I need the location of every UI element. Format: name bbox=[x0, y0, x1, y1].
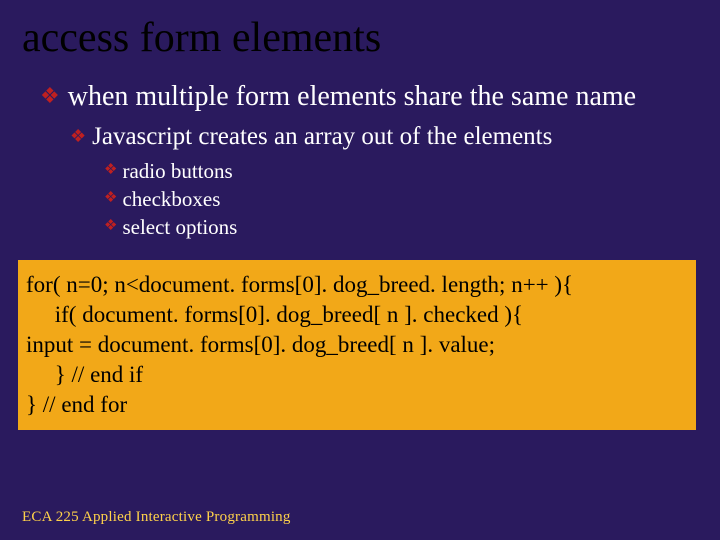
code-line: for( n=0; n<document. forms[0]. dog_bree… bbox=[26, 270, 690, 300]
bullet-level3-text: select options bbox=[122, 214, 237, 240]
slide: access form elements ❖ when multiple for… bbox=[0, 0, 720, 540]
diamond-bullet-icon: ❖ bbox=[40, 80, 60, 112]
bullet-level3: ❖ checkboxes bbox=[104, 186, 702, 212]
bullet-level1-text: when multiple form elements share the sa… bbox=[68, 80, 636, 114]
diamond-bullet-icon: ❖ bbox=[104, 158, 117, 182]
bullet-level3-text: checkboxes bbox=[122, 186, 220, 212]
code-line: if( document. forms[0]. dog_breed[ n ]. … bbox=[26, 300, 690, 330]
slide-title: access form elements bbox=[22, 14, 702, 62]
bullet-level1: ❖ when multiple form elements share the … bbox=[40, 80, 702, 114]
bullet-level2: ❖ Javascript creates an array out of the… bbox=[70, 122, 702, 152]
slide-footer: ECA 225 Applied Interactive Programming bbox=[22, 509, 291, 526]
code-block: for( n=0; n<document. forms[0]. dog_bree… bbox=[18, 260, 696, 430]
bullet-level3-text: radio buttons bbox=[122, 158, 232, 184]
diamond-bullet-icon: ❖ bbox=[70, 122, 86, 150]
code-line: } // end if bbox=[26, 360, 690, 390]
diamond-bullet-icon: ❖ bbox=[104, 214, 117, 238]
diamond-bullet-icon: ❖ bbox=[104, 186, 117, 210]
bullet-level3: ❖ radio buttons bbox=[104, 158, 702, 184]
code-line: } // end for bbox=[26, 390, 690, 420]
bullet-level2-text: Javascript creates an array out of the e… bbox=[92, 122, 552, 152]
code-line: input = document. forms[0]. dog_breed[ n… bbox=[26, 330, 690, 360]
bullet-level3: ❖ select options bbox=[104, 214, 702, 240]
